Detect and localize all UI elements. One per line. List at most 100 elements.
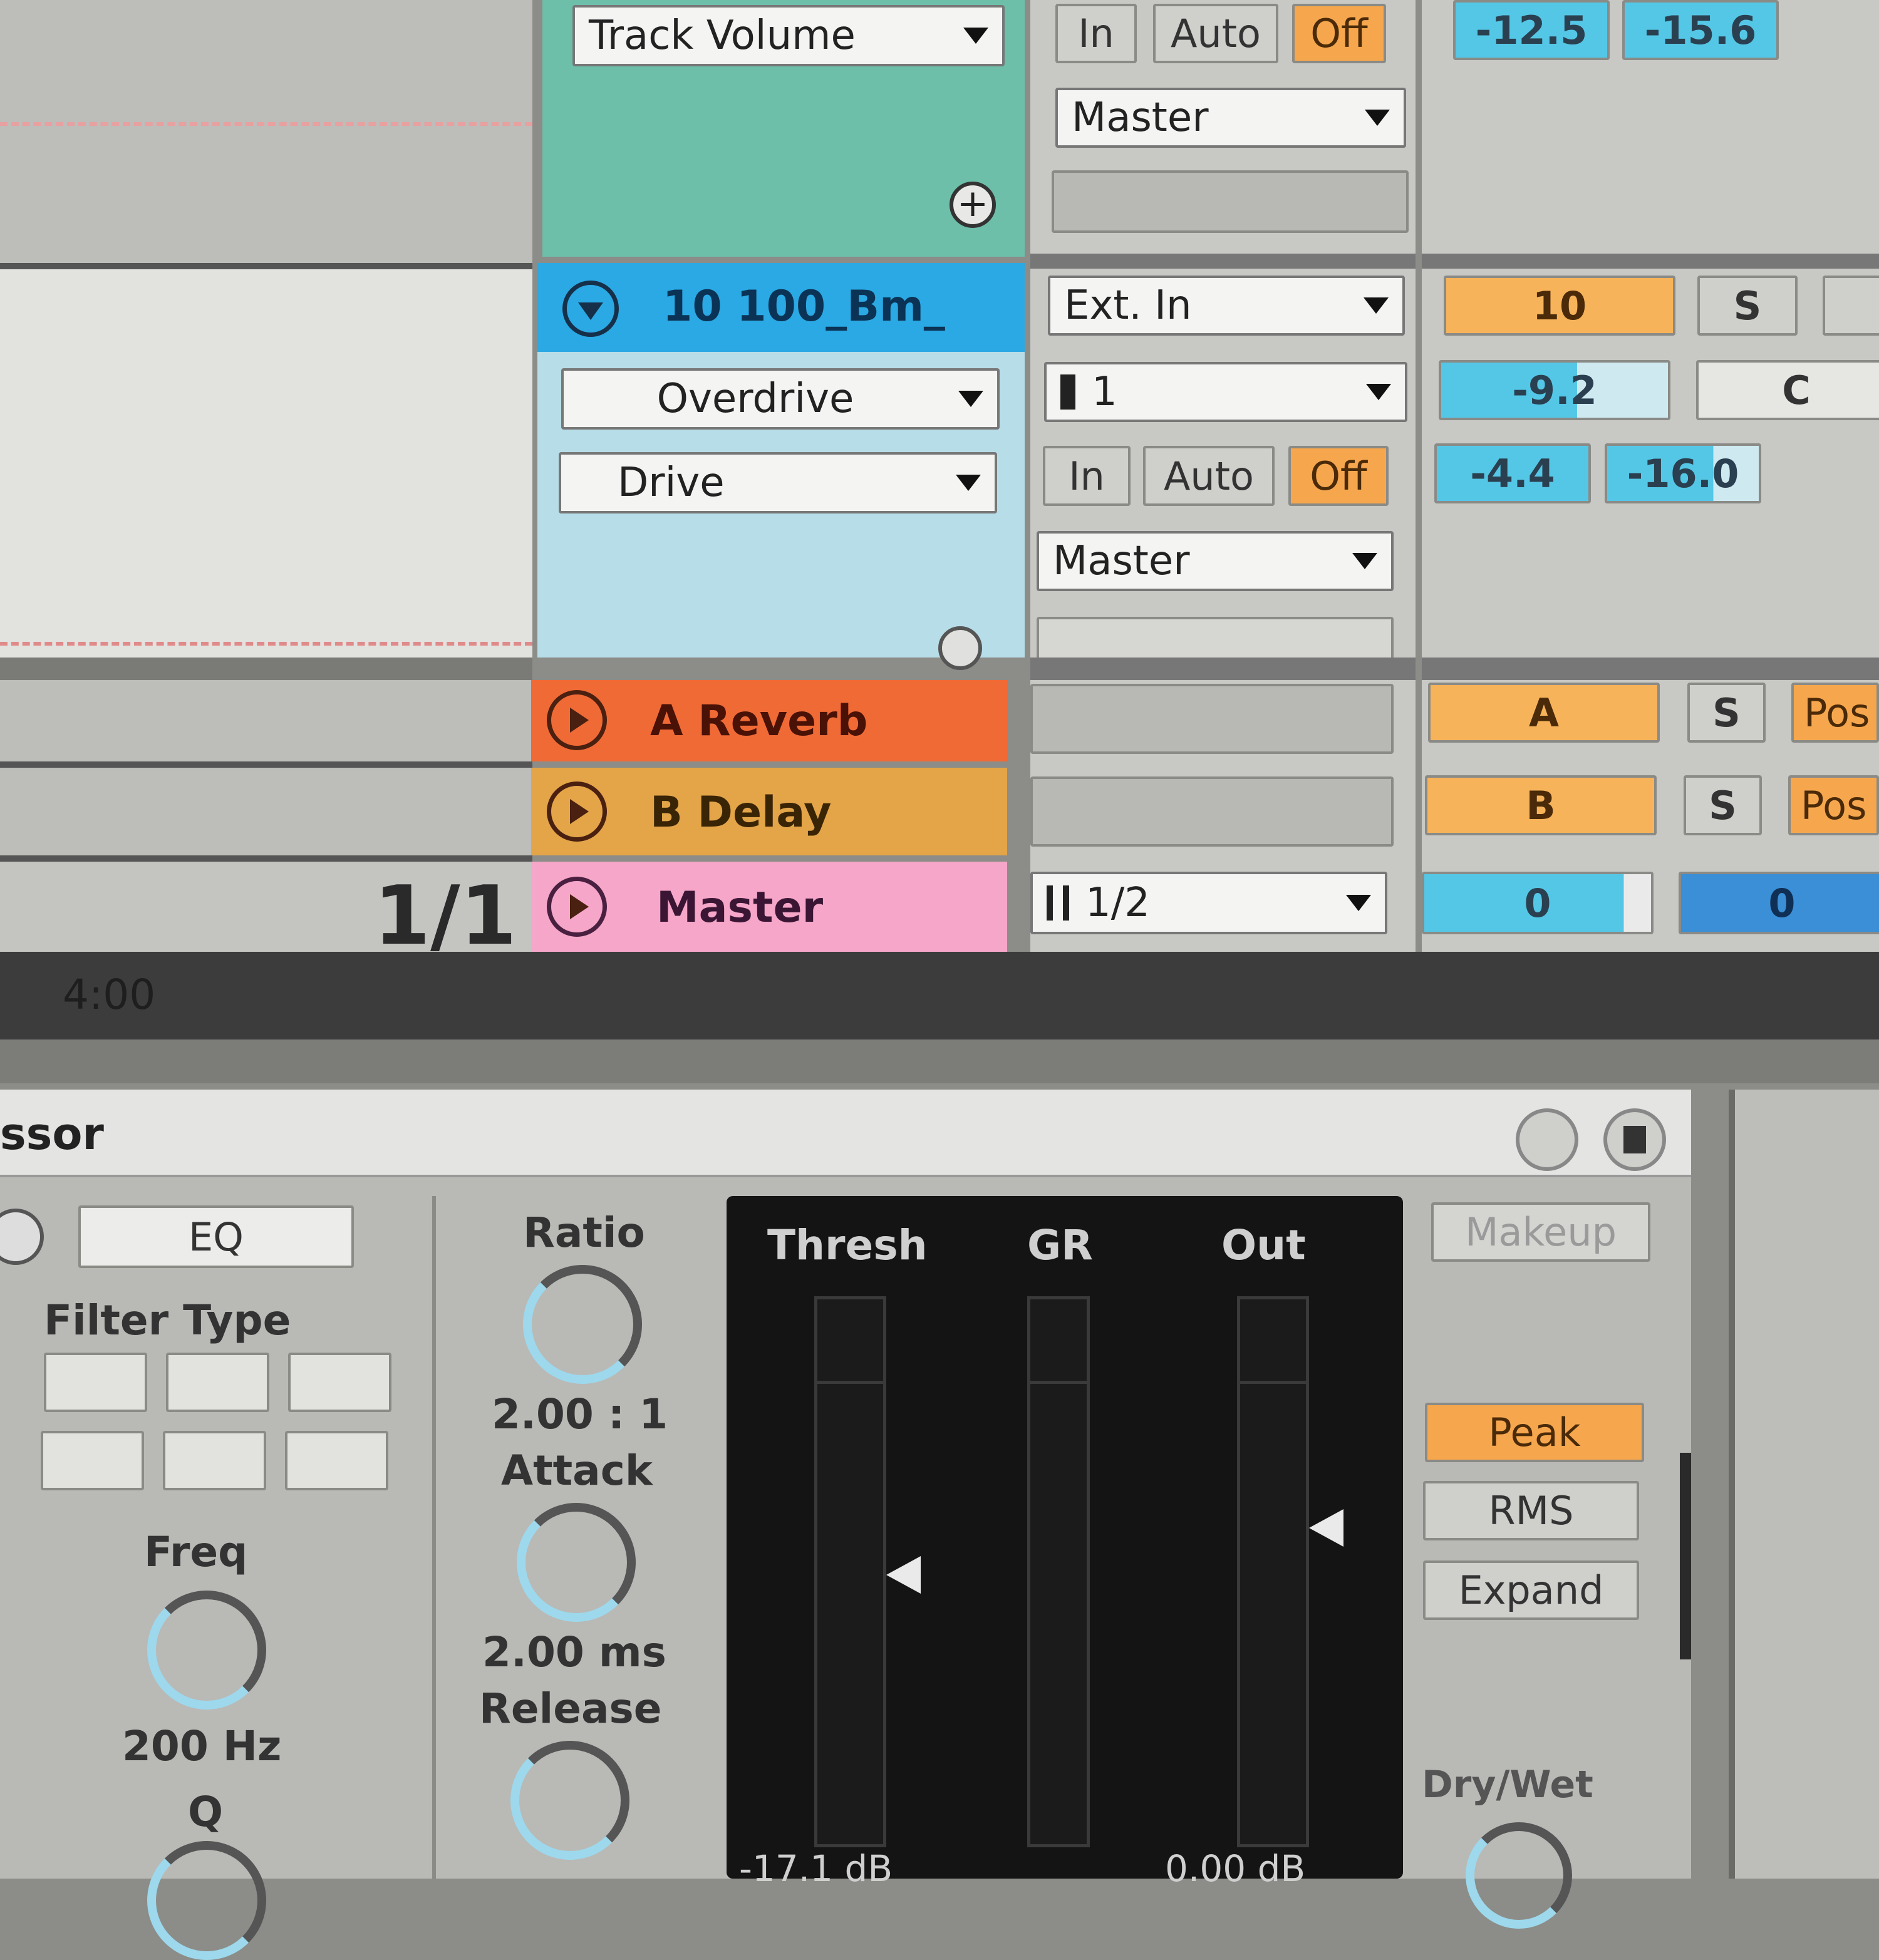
chevron-down-icon bbox=[958, 391, 983, 407]
makeup-button[interactable]: Makeup bbox=[1431, 1202, 1650, 1262]
thresh-slider-handle[interactable] bbox=[886, 1556, 921, 1594]
rms-button[interactable]: RMS bbox=[1423, 1481, 1639, 1540]
time-ruler[interactable]: 4:00 bbox=[0, 952, 1879, 1039]
gr-label: GR bbox=[1027, 1221, 1093, 1269]
play-icon[interactable] bbox=[547, 690, 607, 750]
meter-readout-right: -16.0 bbox=[1605, 443, 1761, 503]
q-knob[interactable] bbox=[147, 1841, 266, 1960]
solo-button[interactable]: S bbox=[1697, 276, 1798, 336]
lane-track-10[interactable] bbox=[0, 269, 532, 658]
track-title-bar[interactable]: 10 100_Bm_ bbox=[537, 263, 1025, 352]
thresh-meter[interactable] bbox=[814, 1296, 886, 1847]
dry-wet-label: Dry/Wet bbox=[1422, 1763, 1593, 1807]
monitor-auto-button[interactable]: Auto bbox=[1153, 4, 1278, 63]
filter-lowpass-button[interactable] bbox=[44, 1353, 147, 1412]
arm-button[interactable] bbox=[1823, 276, 1879, 336]
eq-toggle-button[interactable]: EQ bbox=[78, 1205, 354, 1268]
output-select[interactable]: Master bbox=[1055, 88, 1406, 148]
post-button[interactable]: Pos bbox=[1791, 683, 1879, 743]
monitor-off-button[interactable]: Off bbox=[1292, 4, 1386, 63]
sidechain-toggle-icon[interactable] bbox=[0, 1209, 44, 1265]
track-header-volume[interactable]: Track Volume + bbox=[542, 0, 1025, 257]
save-preset-icon[interactable] bbox=[1603, 1108, 1666, 1171]
release-knob[interactable] bbox=[510, 1741, 629, 1860]
filter-highshelf-button[interactable] bbox=[285, 1431, 388, 1490]
lane-expand-icon[interactable] bbox=[938, 626, 982, 670]
monitor-in-button[interactable]: In bbox=[1055, 4, 1137, 63]
compressor-display: Thresh GR Out -17.1 dB 0.00 dB bbox=[727, 1196, 1403, 1890]
peak-button[interactable]: Peak bbox=[1425, 1403, 1644, 1462]
monitor-in-button[interactable]: In bbox=[1043, 446, 1131, 506]
return-b-io-field[interactable] bbox=[1030, 776, 1394, 847]
hot-swap-icon[interactable] bbox=[1516, 1108, 1578, 1171]
parameter-select[interactable]: Drive bbox=[559, 452, 997, 513]
add-icon[interactable]: + bbox=[950, 182, 996, 228]
return-b-button[interactable]: B bbox=[1425, 775, 1657, 835]
gr-meter bbox=[1027, 1296, 1090, 1847]
compressor-device: ssor EQ Filter Type Freq 200 Hz Q Ratio … bbox=[0, 1090, 1691, 1960]
attack-knob[interactable] bbox=[517, 1503, 636, 1622]
post-button[interactable]: Pos bbox=[1788, 775, 1879, 835]
ratio-label: Ratio bbox=[523, 1209, 645, 1257]
track-header-return-a[interactable]: A Reverb bbox=[531, 680, 1007, 761]
thresh-label: Thresh bbox=[767, 1221, 928, 1269]
track-header-10[interactable]: 10 100_Bm_ Overdrive Drive bbox=[537, 263, 1025, 670]
filter-peak-button[interactable] bbox=[163, 1431, 266, 1490]
freq-label: Freq bbox=[144, 1528, 248, 1576]
return-a-io-field[interactable] bbox=[1030, 684, 1394, 754]
device-select[interactable]: Track Volume bbox=[572, 5, 1005, 66]
filter-bandpass-button[interactable] bbox=[166, 1353, 269, 1412]
track-header-master[interactable]: Master bbox=[531, 862, 1007, 952]
cue-out-select[interactable]: 1/2 bbox=[1030, 872, 1387, 934]
device-scrollbar[interactable] bbox=[1680, 1453, 1691, 1659]
lane-return-b[interactable] bbox=[0, 768, 532, 855]
mixer-column: -12.5 -15.6 10 S -9.2 C -4.4 -16.0 A S P… bbox=[1422, 0, 1879, 952]
chevron-down-icon bbox=[1365, 110, 1390, 126]
time-signature: 1/1 bbox=[373, 868, 517, 963]
lane-master[interactable]: 1/1 bbox=[0, 862, 532, 963]
dry-wet-knob[interactable] bbox=[1466, 1822, 1572, 1929]
out-label: Out bbox=[1221, 1221, 1306, 1269]
io-column: In Auto Off Master Ext. In 1 In Auto Off… bbox=[1030, 0, 1416, 952]
track-header-return-b[interactable]: B Delay bbox=[531, 768, 1007, 855]
return-a-button[interactable]: A bbox=[1428, 683, 1660, 743]
freq-knob[interactable] bbox=[147, 1591, 266, 1710]
track-number-button[interactable]: 10 bbox=[1444, 276, 1675, 336]
lane-return-a[interactable] bbox=[0, 680, 532, 761]
divider-bar[interactable] bbox=[0, 1039, 1879, 1083]
solo-button[interactable]: S bbox=[1687, 683, 1766, 743]
next-device-panel[interactable] bbox=[1729, 1090, 1879, 1879]
solo-button[interactable]: S bbox=[1684, 775, 1762, 835]
attack-value: 2.00 ms bbox=[482, 1628, 666, 1676]
chevron-down-icon bbox=[963, 28, 988, 44]
device-select[interactable]: Overdrive bbox=[561, 368, 1000, 430]
freq-value: 200 Hz bbox=[122, 1722, 282, 1770]
pan-field[interactable]: C bbox=[1696, 360, 1879, 420]
lane-track-top[interactable] bbox=[0, 0, 532, 263]
channel-icon bbox=[1047, 885, 1069, 921]
expand-button[interactable]: Expand bbox=[1423, 1560, 1639, 1620]
arrangement-area[interactable]: 1/1 bbox=[0, 0, 532, 963]
meter-readout-left: -12.5 bbox=[1453, 0, 1610, 60]
out-slider-handle[interactable] bbox=[1309, 1509, 1343, 1547]
input-channel-select[interactable]: 1 bbox=[1044, 362, 1407, 422]
output-select[interactable]: Master bbox=[1037, 531, 1394, 591]
filter-type-label: Filter Type bbox=[44, 1296, 291, 1344]
track-name: 10 100_Bm_ bbox=[663, 282, 945, 331]
play-icon[interactable] bbox=[547, 781, 607, 842]
output-sub-field[interactable] bbox=[1052, 170, 1409, 233]
play-icon[interactable] bbox=[547, 877, 607, 937]
chevron-down-icon bbox=[1346, 895, 1371, 911]
monitor-auto-button[interactable]: Auto bbox=[1143, 446, 1275, 506]
filter-highpass-button[interactable] bbox=[288, 1353, 391, 1412]
out-meter[interactable] bbox=[1237, 1296, 1309, 1847]
input-type-select[interactable]: Ext. In bbox=[1048, 276, 1405, 336]
ratio-knob[interactable] bbox=[523, 1265, 642, 1384]
filter-lowshelf-button[interactable] bbox=[41, 1431, 144, 1490]
track-volume-field[interactable]: -9.2 bbox=[1439, 360, 1670, 420]
monitor-off-button[interactable]: Off bbox=[1288, 446, 1389, 506]
fold-icon[interactable] bbox=[562, 281, 619, 337]
master-meter-right: 0 bbox=[1679, 872, 1879, 934]
out-value: 0.00 dB bbox=[1165, 1847, 1306, 1890]
device-title-bar[interactable]: ssor bbox=[0, 1090, 1691, 1177]
